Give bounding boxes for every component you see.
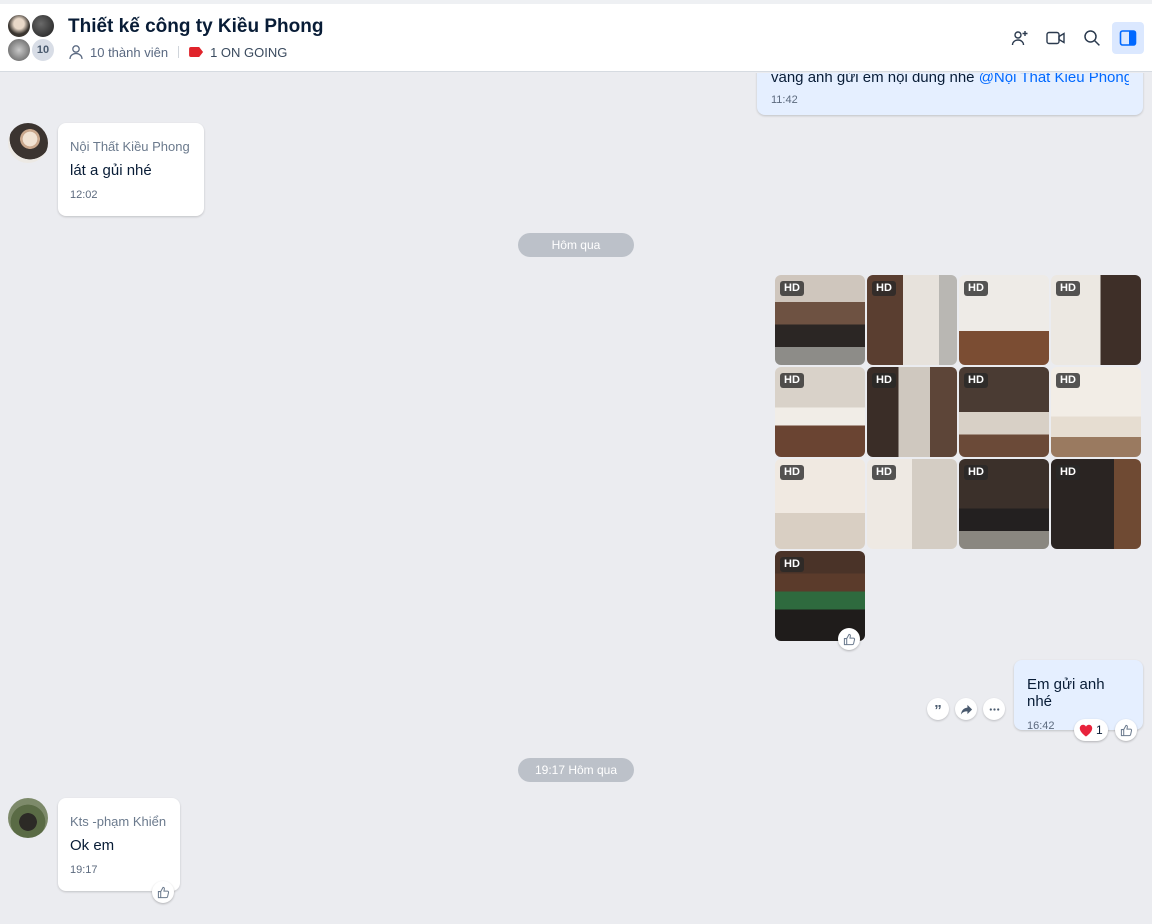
photo-thumbnail[interactable]: HD [867,275,957,365]
photo-thumbnail[interactable]: HD [1051,367,1141,457]
group-avatar[interactable]: 10 [7,14,59,66]
member-avatar [7,14,31,38]
message-list[interactable]: vâng anh gửi em nội dung nhé @Nội Thất K… [0,73,1152,924]
photo-thumbnail[interactable]: HD [867,459,957,549]
add-member-button[interactable] [1004,22,1036,54]
incoming-message[interactable]: Kts -phạm Khiển Ok em 19:17 [58,798,180,891]
time-divider: 19:17 Hôm qua [518,758,634,782]
chat-header: 10 Thiết kế công ty Kiều Phong 10 thành … [0,4,1152,72]
member-count-badge: 10 [31,38,55,62]
photo-thumbnail[interactable]: HD [959,459,1049,549]
avatar[interactable] [8,123,48,163]
photo-thumbnail[interactable]: HD [775,367,865,457]
reaction-badge[interactable]: 1 [1074,719,1108,741]
message-text: vâng anh gửi em nội dung nhé [771,73,979,86]
members-link[interactable]: 10 thành viên [90,45,168,60]
message-time: 12:02 [70,189,98,201]
photo-thumbnail[interactable]: HD [1051,275,1141,365]
like-button[interactable] [1115,719,1137,741]
reaction-count: 1 [1096,723,1103,737]
hd-badge: HD [780,373,804,388]
conversation-title[interactable]: Thiết kế công ty Kiều Phong [68,16,323,38]
hd-badge: HD [964,281,988,296]
photo-thumbnail[interactable]: HD [775,459,865,549]
more-icon [989,707,999,711]
video-call-icon [1046,31,1065,45]
thumbs-up-icon [843,633,855,645]
photo-thumbnail[interactable]: HD [959,275,1049,365]
like-button[interactable] [152,881,174,903]
tag-icon [189,47,204,57]
search-icon [1084,30,1100,46]
message-text: Em gửi anh nhé [1027,676,1105,710]
hd-badge: HD [1056,465,1080,480]
message-time: 19:17 [70,864,98,876]
like-button[interactable] [838,628,860,650]
video-call-button[interactable] [1040,22,1072,54]
toggle-sidebar-button[interactable] [1112,22,1144,54]
sender-name[interactable]: Kts -phạm Khiển [70,814,168,829]
header-actions [1004,22,1144,54]
toggle-sidebar-icon [1119,30,1137,46]
hd-badge: HD [780,557,804,572]
photo-thumbnail[interactable]: HD [867,367,957,457]
thumbs-up-icon [157,886,169,898]
incoming-message[interactable]: Nội Thất Kiều Phong lát a gủi nhé 12:02 [58,123,204,216]
ongoing-tag-label[interactable]: 1 ON GOING [210,45,287,60]
quote-icon: ” [934,702,942,719]
outgoing-message[interactable]: vâng anh gửi em nội dung nhé @Nội Thất K… [757,73,1143,115]
conversation-subtitle: 10 thành viên 1 ON GOING [68,44,287,60]
hd-badge: HD [964,373,988,388]
message-text: Ok em [70,837,115,854]
date-divider: Hôm qua [518,233,634,257]
more-options-button[interactable] [983,698,1005,720]
hd-badge: HD [872,281,896,296]
hd-badge: HD [780,465,804,480]
hd-badge: HD [872,373,896,388]
hd-badge: HD [1056,373,1080,388]
member-avatar [31,14,55,38]
message-time: 11:42 [771,94,798,106]
search-button[interactable] [1076,22,1108,54]
hd-badge: HD [780,281,804,296]
thumbs-up-icon [1120,724,1132,736]
mention-link[interactable]: @Nội Thất Kiều Phong [979,73,1129,86]
divider [178,46,180,58]
forward-button[interactable] [955,698,977,720]
hd-badge: HD [964,465,988,480]
hd-badge: HD [1056,281,1080,296]
quote-reply-button[interactable]: ” [927,698,949,720]
photo-thumbnail[interactable]: HD [959,367,1049,457]
add-member-icon [1011,31,1028,46]
members-icon [68,44,84,60]
photo-thumbnail[interactable]: HD [1051,459,1141,549]
forward-icon [960,704,972,715]
sender-name[interactable]: Nội Thất Kiều Phong [70,139,192,154]
member-avatar [7,38,31,62]
avatar[interactable] [8,798,48,838]
hd-badge: HD [872,465,896,480]
photo-thumbnail[interactable]: HD [775,275,865,365]
heart-icon [1079,724,1093,736]
message-text: lát a gủi nhé [70,162,152,179]
